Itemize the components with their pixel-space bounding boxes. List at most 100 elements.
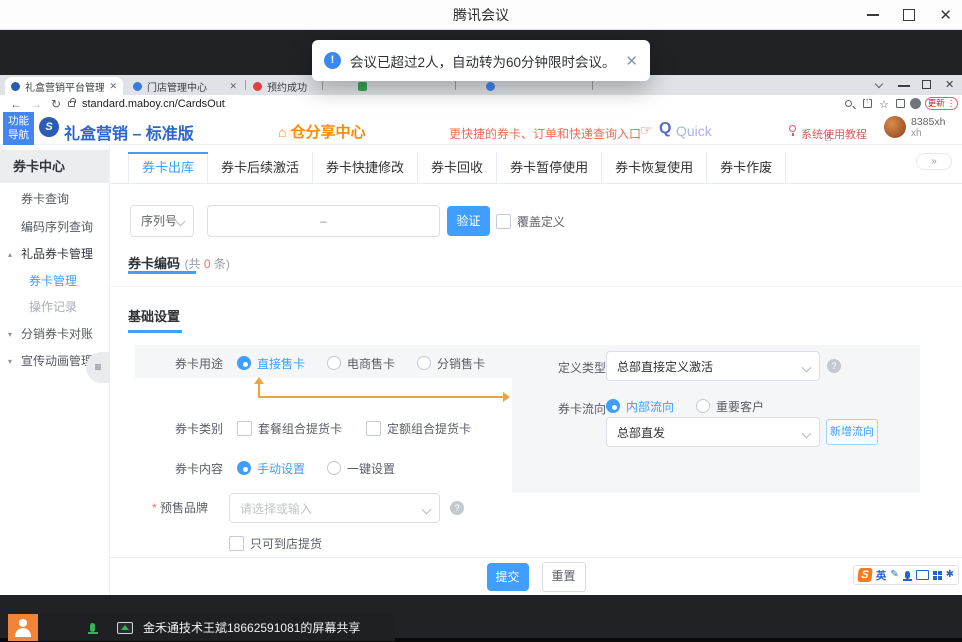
tab-card-suspend[interactable]: 券卡暂停使用 [497,152,602,183]
verify-button[interactable]: 验证 [447,206,490,236]
usage-distribution-radio[interactable] [417,356,431,370]
define-type-help-icon[interactable]: ? [827,359,841,373]
browser-menu-caret-icon[interactable] [875,80,883,88]
add-flow-button[interactable]: 新增流向 [826,419,878,445]
bookmark-star-icon[interactable]: ☆ [879,98,889,111]
sidebar-item-card-mgmt[interactable]: 券卡管理 [0,268,109,295]
share-icon[interactable] [863,99,872,108]
maximize-button[interactable] [903,9,915,21]
collapse-right-button[interactable]: » [916,153,952,170]
quick-entry-link[interactable]: 更快捷的券卡、订单和快递查询入口 [449,125,641,142]
tab-separator [245,80,246,90]
minimize-button[interactable] [867,14,879,16]
meeting-window: 腾讯会议 ✕ 礼盒营销平台管理中心 ✕ 门店管理中心 ✕ 预约成功 [0,0,962,642]
flow-target-select[interactable]: 总部直发 [606,417,820,447]
browser-minimize-button[interactable] [898,85,910,87]
usage-ecommerce-radio[interactable] [327,356,341,370]
browser-tab-1[interactable]: 礼盒营销平台管理中心 ✕ [5,77,123,95]
serial-range-input[interactable]: – [207,205,440,237]
meeting-titlebar: 腾讯会议 ✕ [0,0,962,30]
store-pickup-row[interactable]: 只可到店提货 [229,535,322,552]
profile-icon[interactable] [910,98,921,109]
sidebar-item-gift-card-mgmt[interactable]: ▴ 礼品券卡管理 [0,241,109,268]
tab-card-quick-edit[interactable]: 券卡快捷修改 [313,152,418,183]
browser-tab-2[interactable]: 门店管理中心 ✕ [127,77,243,95]
internal-flow-radio[interactable] [606,399,620,413]
card-category-row: 券卡类别 套餐组合提货卡 定额组合提货卡 [175,419,471,437]
define-type-select[interactable]: 总部直接定义激活 [606,351,820,381]
ime-grid-icon[interactable] [933,571,937,575]
one-click-setting-radio[interactable] [327,461,341,475]
sidebar-header: 券卡中心 [0,150,109,183]
reading-list-icon[interactable] [896,99,905,108]
tab-close-icon[interactable]: ✕ [229,81,237,92]
ime-pen-icon[interactable]: ✎ [890,570,898,580]
zoom-icon[interactable] [845,100,852,107]
store-only-checkbox[interactable] [229,536,244,551]
quick-q-icon[interactable]: Q [659,120,671,138]
presale-brand-label: * 预售品牌 [152,499,208,516]
serial-type-select[interactable]: 序列号 [130,205,194,237]
sogou-logo[interactable]: S [857,568,872,582]
nav-toggle-button[interactable]: 功能导航 [3,112,34,145]
info-icon: ! [324,52,341,69]
share-center-link[interactable]: ⌂ 仓分享中心 [278,121,365,142]
tab-separator [592,80,593,90]
presale-brand-select[interactable]: 请选择或输入 [229,493,440,523]
quick-label[interactable]: Quick [676,123,712,139]
pointing-hand-icon: ☞ [640,122,653,139]
caret-down-icon: ▾ [8,321,12,348]
browser-tab-3[interactable]: 预约成功 [247,77,321,95]
tab-close-icon[interactable]: ✕ [109,81,117,92]
tab-separator [455,80,456,90]
usage-direct-radio[interactable] [237,356,251,370]
sidebar-item-distribution-recon[interactable]: ▾ 分销券卡对账 [0,321,109,348]
tab-card-void[interactable]: 券卡作废 [707,152,786,183]
tab-card-recycle[interactable]: 券卡回收 [418,152,497,183]
tab-card-followup-activate[interactable]: 券卡后续激活 [208,152,313,183]
tab-card-outbound[interactable]: 券卡出库 [128,152,208,183]
overwrite-checkbox[interactable] [496,214,511,229]
ime-lang-toggle[interactable]: 英 [876,568,887,583]
forward-icon[interactable]: → [30,97,42,111]
lock-icon [68,101,75,107]
vip-customer-radio[interactable] [696,399,710,413]
share-avatar [8,614,38,641]
submit-button[interactable]: 提交 [487,563,529,591]
fixed-combo-checkbox[interactable] [366,421,381,436]
close-button[interactable]: ✕ [939,8,952,23]
notification-close-icon[interactable]: ✕ [625,52,638,70]
refresh-icon[interactable]: ↻ [51,97,61,111]
manual-setting-radio[interactable] [237,461,251,475]
sidebar-item-operation-log[interactable]: 操作记录 [0,294,109,321]
screen-share-pill: 金禾通技术王斌18662591081的屏幕共享 [38,614,395,641]
mic-icon [90,623,95,632]
caret-up-icon: ▴ [8,241,12,268]
ime-keyboard-icon[interactable] [916,570,929,580]
tab-favicon [486,82,495,91]
notification-text: 会议已超过2人，自动转为60分钟限时会议。 [350,51,616,71]
user-avatar[interactable] [884,116,906,138]
update-pill[interactable]: 更新 ⋮ [925,97,958,110]
tutorial-link[interactable]: 系统使用教程 [801,126,867,142]
sidebar-collapse-handle[interactable]: ≡ [86,352,110,383]
screen-share-text: 金禾通技术王斌18662591081的屏幕共享 [143,619,360,636]
tab-label: 门店管理中心 [147,79,207,94]
ime-settings-icon[interactable]: ✱ [946,570,954,580]
back-icon[interactable]: ← [10,97,22,111]
reset-button[interactable]: 重置 [542,562,586,592]
url-text[interactable]: standard.maboy.cn/CardsOut [82,98,225,110]
tab-card-resume[interactable]: 券卡恢复使用 [602,152,707,183]
combo-pickup-checkbox[interactable] [237,421,252,436]
ime-mic-icon[interactable] [905,571,910,579]
brand-help-icon[interactable]: ? [450,501,464,515]
browser-close-button[interactable]: ✕ [945,78,954,91]
sidebar-item-code-sequence-query[interactable]: 编码序列查询 [0,214,109,241]
overwrite-checkbox-row[interactable]: 覆盖定义 [496,206,565,236]
user-name: 8385xh xh [911,116,945,140]
card-content-row: 券卡内容 手动设置 一键设置 [175,459,395,477]
browser-maximize-button[interactable] [922,80,931,89]
shared-browser-window: 礼盒营销平台管理中心 ✕ 门店管理中心 ✕ 预约成功 [0,75,962,595]
sidebar-item-card-query[interactable]: 券卡查询 [0,186,109,213]
codes-count: 0 [204,257,211,271]
